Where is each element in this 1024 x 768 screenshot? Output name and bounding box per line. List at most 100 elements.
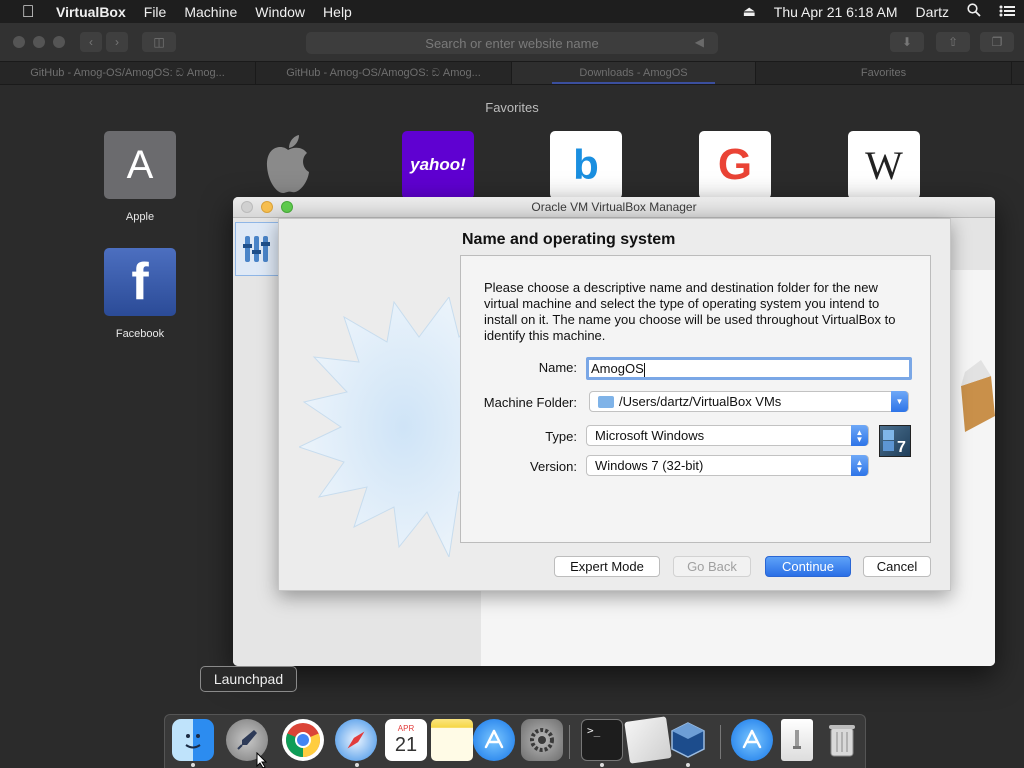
os-version-select[interactable]: Windows 7 (32-bit) ▲ ▼ <box>586 455 869 476</box>
favorite-yahoo[interactable]: yahoo! <box>388 131 488 199</box>
url-placeholder: Search or enter website name <box>425 35 599 51</box>
favorite-google[interactable]: G <box>685 131 785 199</box>
running-indicator <box>686 763 690 767</box>
favorite-apple[interactable]: A Apple <box>90 131 190 223</box>
system-preferences-icon[interactable] <box>521 719 563 761</box>
spotlight-search-icon[interactable] <box>958 3 990 20</box>
textedit-icon[interactable] <box>624 716 672 764</box>
favorites-title: Favorites <box>485 100 539 115</box>
tools-icon <box>243 236 270 262</box>
dock-separator <box>720 725 721 759</box>
close-button-dimmed[interactable] <box>241 201 253 213</box>
notes-icon[interactable] <box>431 719 473 761</box>
os-version-badge: 7 <box>897 439 906 456</box>
type-label: Type: <box>545 429 577 444</box>
apple-logo-icon <box>252 131 324 199</box>
mouse-cursor-icon <box>256 752 268 768</box>
apple-menu-icon[interactable]:  <box>0 2 56 22</box>
eject-icon[interactable]: ⏏ <box>734 3 765 20</box>
menubar-user[interactable]: Dartz <box>907 4 958 20</box>
menu-help[interactable]: Help <box>314 4 361 20</box>
dock-tooltip: Launchpad <box>200 666 297 692</box>
tab-bar: GitHub - Amog-OS/AmogOS: ඞ Amog... GitHu… <box>0 61 1024 85</box>
favorite-wikipedia[interactable]: W <box>834 131 934 199</box>
forward-arrow-icon[interactable]: › <box>106 32 128 52</box>
safari-icon[interactable] <box>335 719 377 761</box>
virtualbox-cube-icon <box>961 360 995 432</box>
tab-github-2[interactable]: GitHub - Amog-OS/AmogOS: ඞ Amog... <box>256 62 512 84</box>
running-indicator <box>355 763 359 767</box>
cancel-button[interactable]: Cancel <box>863 556 931 577</box>
bing-logo-icon: b <box>550 131 622 199</box>
mic-icon[interactable]: ◀ <box>695 35 704 49</box>
menu-window[interactable]: Window <box>246 4 314 20</box>
calendar-month: APR <box>397 724 415 733</box>
calendar-icon[interactable]: APR 21 <box>385 719 427 761</box>
calendar-day: 21 <box>394 734 418 756</box>
tab-favorites[interactable]: Favorites <box>756 62 1012 84</box>
back-arrow-icon[interactable]: ‹ <box>80 32 102 52</box>
window-close-dimmed[interactable] <box>13 36 25 48</box>
zoom-button[interactable] <box>281 201 293 213</box>
menu-app-name[interactable]: VirtualBox <box>56 4 135 20</box>
dock: APR 21 >_ <box>164 714 866 768</box>
url-bar[interactable]: Search or enter website name ◀ <box>306 32 718 54</box>
version-label: Version: <box>530 459 577 474</box>
virtualbox-icon[interactable] <box>667 719 709 761</box>
app-store-icon[interactable] <box>473 719 515 761</box>
chrome-icon[interactable] <box>282 719 324 761</box>
go-back-button[interactable]: Go Back <box>673 556 751 577</box>
tabs-overview-icon[interactable]: ❐ <box>980 32 1014 52</box>
running-indicator <box>191 763 195 767</box>
share-icon[interactable]: ⇧ <box>936 32 970 52</box>
os-version-value: Windows 7 (32-bit) <box>595 458 704 473</box>
continue-button[interactable]: Continue <box>765 556 851 577</box>
running-indicator <box>600 763 604 767</box>
chevron-down-icon[interactable]: ▼ <box>891 391 908 412</box>
favorite-bing[interactable]: b <box>536 131 636 199</box>
terminal-icon[interactable]: >_ <box>581 719 623 761</box>
machine-folder-value: /Users/dartz/VirtualBox VMs <box>619 394 782 409</box>
favorite-label: Facebook <box>115 328 165 340</box>
tools-item[interactable] <box>235 222 279 276</box>
wizard-title: Name and operating system <box>462 231 676 248</box>
safari-toolbar: ‹ › ◫ Search or enter website name ◀ ⬇ ⇧… <box>0 23 1024 61</box>
vm-name-value: AmogOS <box>591 361 644 376</box>
tab-downloads[interactable]: Downloads - AmogOS <box>512 62 756 84</box>
menubar-clock[interactable]: Thu Apr 21 6:18 AM <box>765 4 907 20</box>
downloads-icon[interactable]: ⬇ <box>890 32 924 52</box>
wizard-form-panel: Please choose a descriptive name and des… <box>460 255 931 543</box>
machine-folder-select[interactable]: /Users/dartz/VirtualBox VMs ▼ <box>589 391 909 412</box>
os-type-select[interactable]: Microsoft Windows ▲ ▼ <box>586 425 869 446</box>
google-logo-icon: G <box>699 131 771 199</box>
vm-name-input[interactable]: AmogOS <box>586 357 912 380</box>
facebook-logo-icon: f <box>104 248 176 316</box>
window-title: Oracle VM VirtualBox Manager <box>531 200 697 214</box>
new-vm-wizard: Name and operating system Please choose … <box>278 218 951 591</box>
menu-file[interactable]: File <box>135 4 176 20</box>
expert-mode-button[interactable]: Expert Mode <box>554 556 660 577</box>
updown-arrows-icon[interactable]: ▲ ▼ <box>851 455 868 476</box>
updown-arrows-icon[interactable]: ▲ ▼ <box>851 425 868 446</box>
window-minimize-dimmed[interactable] <box>33 36 45 48</box>
window-titlebar[interactable]: Oracle VM VirtualBox Manager <box>233 197 995 218</box>
text-caret <box>643 362 645 377</box>
wikipedia-logo-icon: W <box>848 131 920 199</box>
favorite-label: Apple <box>125 211 155 223</box>
favorite-facebook[interactable]: f Facebook <box>90 248 190 340</box>
downloads-stack-icon[interactable] <box>781 719 813 761</box>
trash-icon[interactable] <box>821 719 863 761</box>
menu-machine[interactable]: Machine <box>175 4 246 20</box>
sidebar-toggle-icon[interactable]: ◫ <box>142 32 176 52</box>
window-zoom-dimmed[interactable] <box>53 36 65 48</box>
favorite-apple-logo[interactable] <box>238 131 338 199</box>
favorite-apple-tile: A <box>104 131 176 199</box>
wizard-description: Please choose a descriptive name and des… <box>484 280 896 343</box>
control-center-icon[interactable] <box>990 4 1024 20</box>
finder-icon[interactable] <box>172 719 214 761</box>
name-label: Name: <box>538 360 577 375</box>
minimize-button[interactable] <box>261 201 273 213</box>
applications-folder-icon[interactable] <box>731 719 773 761</box>
tab-github-1[interactable]: GitHub - Amog-OS/AmogOS: ඞ Amog... <box>0 62 256 84</box>
folder-icon <box>598 395 614 408</box>
